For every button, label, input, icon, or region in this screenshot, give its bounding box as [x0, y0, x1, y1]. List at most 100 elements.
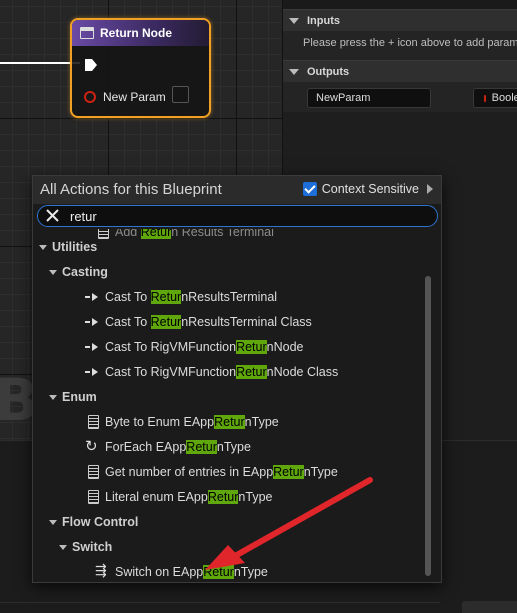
- collapse-triangle-icon: [289, 17, 299, 24]
- collapse-triangle-icon[interactable]: [49, 269, 57, 275]
- action-label: Cast To ReturnResultsTerminal: [105, 290, 277, 304]
- exec-wire: [0, 62, 80, 64]
- search-box[interactable]: [37, 205, 438, 227]
- context-sensitive-toggle[interactable]: Context Sensitive: [302, 182, 433, 196]
- action-item[interactable]: Cast To RigVMFunctionReturnNode Class: [35, 361, 421, 383]
- action-label: Byte to Enum EAppReturnType: [105, 415, 279, 429]
- inputs-section-header[interactable]: Inputs: [283, 9, 517, 31]
- cast-icon: [85, 365, 101, 379]
- loop-icon: [85, 437, 101, 455]
- label-text: Cast To RigVMFunction: [105, 365, 237, 379]
- action-item[interactable]: Get number of entries in EAppReturnType: [35, 461, 421, 483]
- label-text: nType: [303, 465, 338, 479]
- label-text: nResultsTerminal: [181, 290, 278, 304]
- label-text: ForEach EApp: [105, 440, 187, 454]
- action-label: Enum: [62, 390, 97, 404]
- action-label: Switch: [72, 540, 112, 554]
- action-results-list[interactable]: Add Return Results Terminal Utilities Cast…: [35, 229, 437, 581]
- search-match-highlight: Retur: [207, 490, 239, 504]
- label-text: Byte to Enum EApp: [105, 415, 215, 429]
- search-match-highlight: Retur: [214, 415, 245, 429]
- function-icon: [88, 465, 99, 479]
- return-node-header[interactable]: Return Node: [72, 20, 209, 46]
- category-row[interactable]: Casting: [35, 261, 421, 283]
- outputs-section-header[interactable]: Outputs: [283, 60, 517, 82]
- function-node-icon: [80, 27, 94, 39]
- inputs-hint: Please press the + icon above to add par…: [283, 31, 517, 60]
- param-type-dropdown[interactable]: Boolean: [473, 88, 517, 108]
- action-item[interactable]: Cast To ReturnResultsTerminal Class: [35, 311, 421, 333]
- category-row[interactable]: Switch: [35, 536, 421, 558]
- label-text: Literal enum EApp: [105, 490, 208, 504]
- param-type-label: Boolean: [491, 92, 517, 104]
- label-text: nType: [233, 565, 268, 579]
- action-label: Utilities: [52, 240, 97, 254]
- function-icon: [88, 415, 99, 429]
- label-text: nNode Class: [266, 365, 339, 379]
- close-icon[interactable]: [45, 208, 60, 223]
- chevron-right-icon[interactable]: [427, 184, 433, 194]
- action-label: Switch on EAppReturnType: [115, 565, 268, 579]
- action-item[interactable]: Cast To ReturnResultsTerminal: [35, 286, 421, 308]
- search-input[interactable]: [70, 207, 410, 225]
- inputs-header-label: Inputs: [307, 14, 340, 27]
- new-param-checkbox[interactable]: [172, 86, 189, 103]
- status-bar-tab: [462, 601, 517, 613]
- exec-pin-icon[interactable]: [84, 58, 98, 72]
- divider: [0, 602, 440, 603]
- action-item[interactable]: Literal enum EAppReturnType: [35, 486, 421, 508]
- action-label: Cast To RigVMFunctionReturnNode Class: [105, 365, 338, 379]
- cast-icon: [85, 315, 101, 329]
- action-item[interactable]: ForEach EAppReturnType: [35, 436, 421, 458]
- search-match-highlight: Retur: [150, 290, 182, 304]
- label-text: nType: [244, 415, 279, 429]
- action-label: Flow Control: [62, 515, 138, 529]
- label-text: Utilities: [52, 240, 98, 254]
- action-label: ForEach EAppReturnType: [105, 440, 251, 454]
- action-menu-title: All Actions for this Blueprint: [40, 181, 222, 198]
- action-item[interactable]: Byte to Enum EAppReturnType: [35, 411, 421, 433]
- category-row[interactable]: Utilities: [35, 236, 421, 258]
- action-label: Cast To RigVMFunctionReturnNode: [105, 340, 304, 354]
- cast-icon: [85, 340, 101, 354]
- label-text: Cast To: [105, 315, 151, 329]
- outputs-header-label: Outputs: [307, 65, 350, 78]
- label-text: Flow Control: [62, 515, 139, 529]
- action-label: Casting: [62, 265, 108, 279]
- new-param-label: New Param: [103, 90, 166, 104]
- search-match-highlight: Retur: [203, 565, 234, 579]
- label-text: Cast To: [105, 290, 151, 304]
- collapse-triangle-icon[interactable]: [59, 544, 67, 550]
- function-icon: [88, 490, 99, 504]
- action-menu-popup: All Actions for this Blueprint Context S…: [32, 175, 442, 583]
- results-scrollbar[interactable]: [425, 276, 431, 576]
- bool-type-icon: [484, 94, 486, 102]
- new-param-row: New Param: [84, 90, 166, 104]
- search-match-highlight: Retur: [150, 315, 182, 329]
- category-row[interactable]: Enum: [35, 386, 421, 408]
- label-text: Get number of entries in EApp: [105, 465, 274, 479]
- output-param-row: NewParam Boolean: [283, 82, 517, 112]
- return-node-title: Return Node: [100, 26, 172, 40]
- checkbox-checked-icon[interactable]: [302, 182, 317, 196]
- label-text: Enum: [62, 390, 97, 404]
- action-menu-header: All Actions for this Blueprint Context S…: [33, 176, 441, 204]
- collapse-triangle-icon[interactable]: [49, 519, 57, 525]
- return-node[interactable]: Return Node New Param: [70, 18, 211, 118]
- label-text: Casting: [62, 265, 108, 279]
- label-text: nNode: [266, 340, 304, 354]
- action-label: Get number of entries in EAppReturnType: [105, 465, 338, 479]
- label-text: nType: [216, 440, 251, 454]
- label-text: nResultsTerminal Class: [181, 315, 312, 329]
- param-name-field[interactable]: NewParam: [307, 88, 431, 108]
- action-label: Literal enum EAppReturnType: [105, 490, 272, 504]
- search-match-highlight: Retur: [236, 365, 267, 379]
- label-text: Switch on EApp: [115, 565, 204, 579]
- action-item[interactable]: Cast To RigVMFunctionReturnNode: [35, 336, 421, 358]
- category-row[interactable]: Flow Control: [35, 511, 421, 533]
- context-sensitive-label: Context Sensitive: [321, 182, 419, 196]
- bool-pin-icon[interactable]: [84, 91, 96, 103]
- action-item[interactable]: Switch on EAppReturnType: [35, 561, 421, 581]
- collapse-triangle-icon[interactable]: [49, 394, 57, 400]
- collapse-triangle-icon[interactable]: [39, 244, 47, 250]
